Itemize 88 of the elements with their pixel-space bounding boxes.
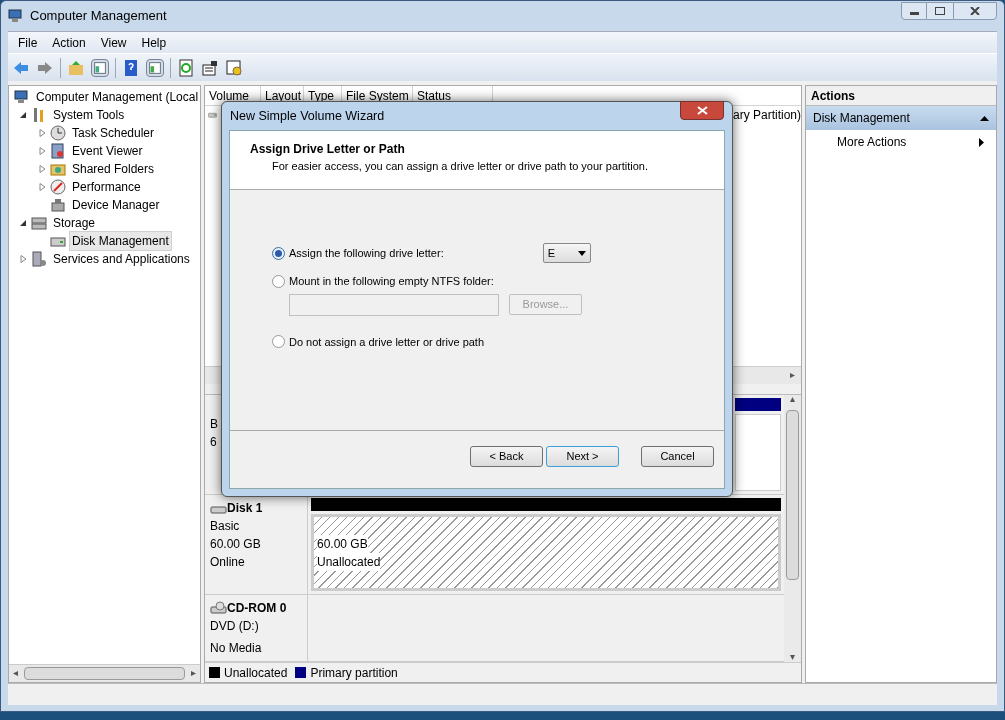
drive-icon xyxy=(208,110,217,120)
submenu-arrow-icon xyxy=(979,137,984,147)
radio-label: Assign the following drive letter: xyxy=(289,245,444,261)
disk-info: B xyxy=(210,416,219,433)
close-icon xyxy=(696,106,708,115)
scroll-thumb[interactable] xyxy=(786,410,799,580)
tree-item[interactable]: System Tools xyxy=(50,105,128,125)
tree-item[interactable]: Storage xyxy=(50,213,99,233)
pane-icon[interactable] xyxy=(91,58,109,77)
disk-name: CD-ROM 0 xyxy=(227,600,287,617)
actions-header: Actions xyxy=(806,86,996,106)
partition-size: 60.00 GB xyxy=(317,534,368,553)
disk-status: No Media xyxy=(210,640,263,657)
refresh-icon[interactable] xyxy=(177,58,195,77)
table-cell-text: ary Partition) xyxy=(732,107,801,124)
gear-icon[interactable] xyxy=(225,58,243,77)
tree-item[interactable]: Disk Management xyxy=(69,231,172,251)
tree-item[interactable]: Shared Folders xyxy=(69,159,158,179)
actions-section-header[interactable]: Disk Management xyxy=(806,106,996,130)
tree-item[interactable]: Performance xyxy=(69,177,144,197)
legend-label: Unallocated xyxy=(224,664,288,682)
computer-icon xyxy=(14,89,30,105)
menu-item[interactable]: Help xyxy=(135,33,173,52)
collapse-arrow-icon[interactable] xyxy=(980,115,989,121)
disk-info: 6 xyxy=(210,434,218,451)
collapsed-arrow-icon[interactable] xyxy=(38,147,46,155)
disk-info: 60.00 GB xyxy=(210,536,262,553)
dropdown-caret-icon xyxy=(577,250,586,256)
window-title: Computer Management xyxy=(30,7,167,26)
maximize-icon xyxy=(935,7,945,15)
menu-item[interactable]: Action xyxy=(46,33,92,52)
radio-button[interactable] xyxy=(272,335,285,349)
partition-status: Unallocated xyxy=(317,552,381,571)
dialog-title: New Simple Volume Wizard xyxy=(230,107,385,125)
expanded-arrow-icon[interactable] xyxy=(19,111,27,119)
wizard-subtitle: For easier access, you can assign a drive letter or drive path to your partition. xyxy=(271,159,649,174)
disk-name: Disk 1 xyxy=(227,500,263,517)
tree-item[interactable]: Services and Applications xyxy=(50,249,193,269)
help-icon[interactable] xyxy=(122,58,140,77)
scroll-up-icon xyxy=(790,397,795,402)
pane-icon[interactable] xyxy=(146,58,164,77)
tree-item[interactable]: Computer Management (Local xyxy=(33,87,200,107)
wizard-heading: Assign Drive Letter or Path xyxy=(250,141,406,158)
server-icon xyxy=(31,251,47,267)
gauge-icon xyxy=(50,179,66,195)
wizard-button[interactable]: Next > xyxy=(546,446,619,467)
collapsed-arrow-icon[interactable] xyxy=(38,165,46,173)
collapsed-arrow-icon[interactable] xyxy=(38,183,46,191)
clock-icon xyxy=(50,125,66,141)
maximize-button[interactable] xyxy=(927,2,953,20)
drive-letter-dropdown[interactable]: E xyxy=(542,243,591,263)
close-button[interactable] xyxy=(680,101,724,120)
collapsed-arrow-icon[interactable] xyxy=(38,129,46,137)
device-icon xyxy=(50,197,66,213)
scroll-right-icon xyxy=(790,373,795,378)
scroll-down-icon xyxy=(790,655,795,660)
close-button[interactable] xyxy=(953,2,997,20)
scroll-left-icon xyxy=(13,671,18,676)
radio-label: Do not assign a drive letter or drive path xyxy=(289,334,485,350)
minimize-icon xyxy=(909,12,919,15)
radio-label: Mount in the following empty NTFS folder: xyxy=(289,274,494,289)
collapsed-arrow-icon[interactable] xyxy=(19,255,27,263)
tree-item[interactable]: Device Manager xyxy=(69,195,163,215)
wizard-button[interactable]: Cancel xyxy=(641,446,714,467)
storage-icon xyxy=(31,215,47,231)
scroll-right-icon xyxy=(191,671,196,676)
tree-item[interactable]: Event Viewer xyxy=(69,141,146,161)
radio-button[interactable] xyxy=(272,246,285,260)
folder-up-icon[interactable] xyxy=(67,58,85,77)
cd-drive-icon xyxy=(210,601,227,615)
disk-info: DVD (D:) xyxy=(210,618,260,635)
menu-item[interactable]: File xyxy=(12,33,44,52)
menu-item[interactable]: View xyxy=(94,33,133,52)
computer-icon xyxy=(8,8,24,24)
expanded-arrow-icon[interactable] xyxy=(19,219,27,227)
close-icon xyxy=(970,7,980,15)
properties-icon[interactable] xyxy=(201,58,219,77)
disk-info: Online xyxy=(210,554,246,571)
tree-item[interactable]: Task Scheduler xyxy=(69,123,158,143)
folder-icon xyxy=(50,161,66,177)
disk-info: Basic xyxy=(210,518,241,535)
radio-button[interactable] xyxy=(272,274,285,288)
wizard-button[interactable]: < Back xyxy=(470,446,543,467)
minimize-button[interactable] xyxy=(901,2,927,20)
log-icon xyxy=(50,143,66,159)
action-link[interactable]: More Actions xyxy=(806,130,996,154)
scroll-thumb[interactable] xyxy=(24,667,185,680)
legend-label: Primary partition xyxy=(310,664,398,682)
